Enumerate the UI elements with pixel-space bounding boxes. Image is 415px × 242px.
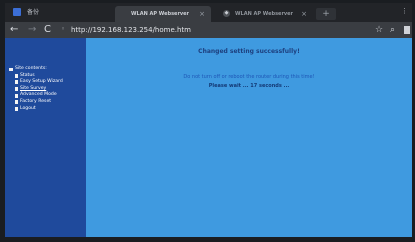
address-bar[interactable]: http://192.168.123.254/home.htm [71,24,191,36]
tree-root-label: Site contents: [15,66,47,71]
app-icon [13,8,21,16]
sidebar-item-label: Factory Reset [20,98,52,104]
browser-window: 备份 WLAN AP Webserver × ◆ WLAN AP Webserv… [5,3,412,237]
document-icon [15,106,18,111]
countdown-value: 17 [250,83,258,89]
document-icon [15,100,18,105]
folder-icon [9,67,13,71]
tab-label: WLAN AP Webserver [131,11,190,17]
wait-suffix: seconds ... [258,83,290,89]
sidebar-item-advanced-mode[interactable]: Advanced Mode [9,92,63,99]
bookmark-star-icon[interactable]: ☆ [375,23,383,37]
wait-prefix: Please wait ... [208,83,249,89]
reload-icon[interactable]: C [44,23,51,37]
document-icon [15,73,18,78]
browser-toolbar: ← → C ◦ http://192.168.123.254/home.htm … [5,22,412,38]
search-icon[interactable]: ⌕ [390,23,395,37]
tab-favicon-icon: ◆ [223,10,230,17]
sidebar-item-label: Advanced Mode [20,92,57,98]
site-tree: Site contents: Status Easy Setup Wizard … [9,66,63,112]
back-icon[interactable]: ← [10,23,18,37]
window-menu-icon[interactable]: ⋮ [401,7,408,15]
sidebar-item-label: Logout [20,105,36,111]
close-icon[interactable]: × [301,6,307,22]
warning-message: Do not turn off or reboot the router dur… [183,74,315,80]
sidebar-item-logout[interactable]: Logout [9,106,63,113]
sidebar-item-easy-setup-wizard[interactable]: Easy Setup Wizard [9,79,63,86]
wait-message: Please wait ... 17 seconds ... [86,83,412,89]
site-info-icon[interactable]: ◦ [61,25,65,33]
page-viewport: Site contents: Status Easy Setup Wizard … [5,38,412,237]
tab-label: WLAN AP Webserver [235,11,294,17]
forward-icon[interactable]: → [28,23,36,37]
close-icon[interactable]: × [199,6,205,22]
new-tab-button[interactable]: + [316,8,336,20]
sidebar: Site contents: Status Easy Setup Wizard … [5,38,86,237]
tab-inactive[interactable]: ◆ WLAN AP Webserver × [219,6,313,22]
sidebar-item-factory-reset[interactable]: Factory Reset [9,99,63,106]
document-icon [15,93,18,98]
tab-bar: 备份 WLAN AP Webserver × ◆ WLAN AP Webserv… [5,3,412,22]
success-message: Changed setting successfully! [198,48,300,55]
sidebar-item-label: Easy Setup Wizard [20,79,63,85]
extension-icon[interactable] [404,26,410,34]
tab-active[interactable]: WLAN AP Webserver × [115,6,211,22]
document-icon [15,80,18,85]
main-content: Changed setting successfully! Do not tur… [86,38,412,237]
app-title: 备份 [27,9,40,16]
document-icon [15,87,18,92]
tree-root[interactable]: Site contents: [9,66,63,73]
